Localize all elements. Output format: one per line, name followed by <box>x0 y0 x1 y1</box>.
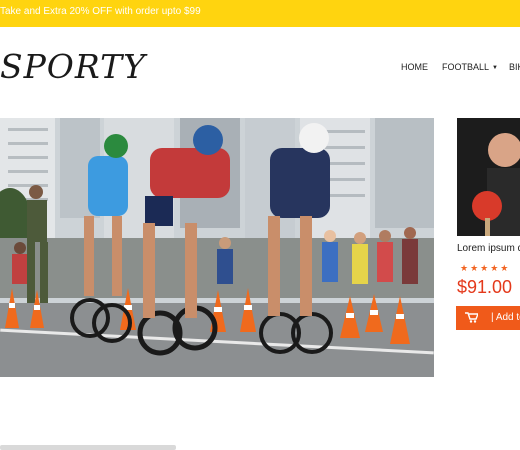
cart-icon <box>465 312 480 326</box>
nav-item-label: FOOTBALL <box>442 62 490 72</box>
promo-text: Take and Extra 20% OFF with order upto $… <box>0 6 201 17</box>
product-title[interactable]: Lorem ipsum d <box>457 243 520 254</box>
caret-down-icon: ▼ <box>492 64 498 71</box>
site-logo[interactable]: SPORTY <box>0 50 146 83</box>
promo-bar: Take and Extra 20% OFF with order upto $… <box>0 0 520 27</box>
add-to-cart-button[interactable]: | Add to <box>456 306 520 330</box>
nav-item-label: HOME <box>401 62 428 72</box>
product-photo <box>457 118 520 236</box>
main-nav: HOME FOOTBALL▼ BIK <box>401 62 520 74</box>
nav-item-home[interactable]: HOME <box>401 62 428 72</box>
nav-item-football[interactable]: FOOTBALL ▼ <box>442 62 498 72</box>
product-price: $91.00 <box>457 277 513 297</box>
nav-item-label: BIK <box>509 62 520 72</box>
hero-cyclists-illustration <box>0 118 434 377</box>
hero-image[interactable] <box>0 118 434 377</box>
rating-stars: ★★★★★ <box>460 264 511 274</box>
nav-item-bikes[interactable]: BIK <box>509 62 520 72</box>
product-image[interactable] <box>457 118 520 236</box>
add-to-cart-label: | Add to <box>491 312 520 323</box>
horizontal-scrollbar[interactable] <box>0 445 176 450</box>
